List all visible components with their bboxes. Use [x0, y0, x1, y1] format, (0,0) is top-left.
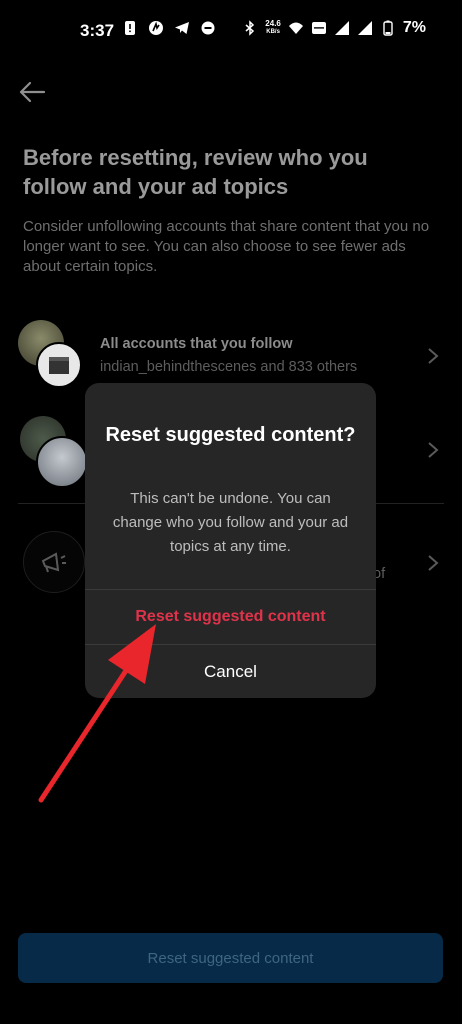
battery-percent: 7%: [402, 19, 426, 36]
network-speed-value: 24.6: [265, 19, 281, 28]
dialog-reset-button[interactable]: Reset suggested content: [85, 591, 376, 643]
app-notification-icon: [149, 21, 163, 35]
ad-topics-icon-circle: [23, 531, 85, 593]
chevron-right-icon: [428, 348, 439, 364]
status-time: 3:37: [80, 21, 115, 40]
wifi-icon: [288, 22, 303, 34]
bluetooth-icon: [245, 20, 255, 36]
megaphone-icon: [41, 552, 66, 573]
status-system-icons: 24.6 KB/s 7%: [242, 19, 426, 37]
status-notification-icons: [122, 20, 216, 36]
dialog-cancel-button[interactable]: Cancel: [85, 645, 376, 698]
chevron-right-icon: [428, 442, 439, 458]
dialog-body: This can't be undone. You can change who…: [112, 490, 349, 555]
chevron-right-icon: [428, 555, 439, 571]
cell-signal-1-icon: [334, 21, 349, 35]
alert-notification-icon: [125, 21, 135, 35]
volte-icon: [311, 22, 326, 34]
account-avatar-2: [36, 342, 82, 388]
battery-icon: [383, 20, 393, 36]
account-avatar-4: [36, 436, 88, 488]
telegram-icon: [175, 22, 189, 34]
back-arrow-icon[interactable]: [18, 78, 46, 106]
dialog-title: Reset suggested content?: [105, 424, 356, 446]
chat-notification-icon: [201, 21, 215, 35]
cell-signal-2-icon: [357, 21, 372, 35]
network-speed: 24.6 KB/s: [265, 19, 281, 37]
status-bar: 3:37 24.6 KB/s 7%: [0, 0, 462, 60]
reset-confirmation-dialog: Reset suggested content? This can't be u…: [85, 383, 376, 698]
dialog-divider: [85, 589, 376, 590]
page-title: Before resetting, review who you follow …: [23, 145, 368, 199]
reset-suggested-content-button[interactable]: Reset suggested content: [18, 933, 443, 983]
network-speed-unit: KB/s: [266, 29, 280, 35]
clapperboard-icon: [49, 357, 69, 374]
page-description: Consider unfollowing accounts that share…: [23, 218, 430, 275]
row-title: All accounts that you follow: [100, 336, 293, 352]
row-subtitle: indian_behindthescenes and 833 others: [100, 359, 358, 375]
